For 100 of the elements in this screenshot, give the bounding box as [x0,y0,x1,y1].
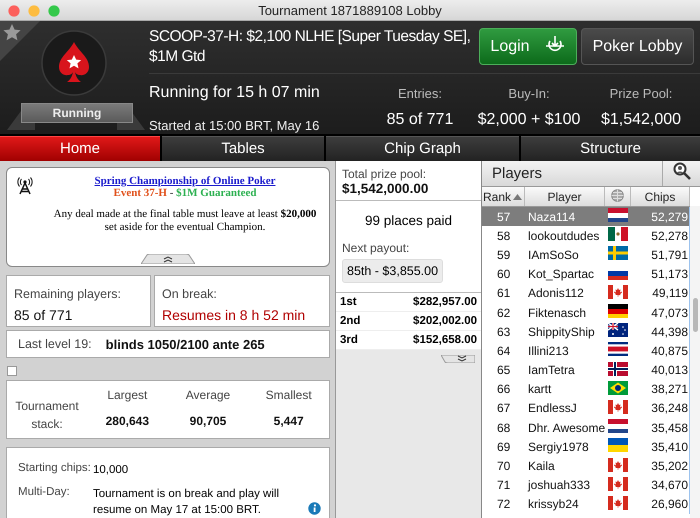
place-label: 3rd [340,333,358,348]
globe-icon [611,188,624,204]
table-row[interactable]: 69 Sergiy1978 35,410 [482,437,689,456]
scrollbar[interactable] [690,206,700,518]
table-cell-text: 36,248 [650,401,689,416]
break-value: Resumes in 8 h 52 min [162,307,306,323]
flag-icon [608,458,628,475]
column-header[interactable]: Player [525,187,605,206]
window-title: Tournament 1871889108 Lobby [258,3,442,18]
panel-title: Players [491,164,544,184]
table-cell-text: Sergiy1978 [527,440,590,454]
table-cell-text: IAmSoSo [527,248,580,262]
tab[interactable]: Structure [521,136,700,161]
table-row[interactable]: 58 lookoutdudes 52,278 [482,226,689,246]
table-cell-text: 49,119 [651,286,689,300]
table-row[interactable]: 65 IamTetra 40,013 [482,360,689,380]
announcement-link[interactable]: Spring Championship of Online Poker [94,175,276,187]
table-cell-text: Naza114 [527,210,576,224]
table-cell-text: 66 [496,382,512,396]
prize-pool-label: Total prize pool: [342,167,428,181]
table-cell-text: 64 [496,344,512,358]
table-row[interactable]: 66 kartt 38,271 [482,380,689,399]
table-row[interactable]: 70 Kaila 35,202 [482,456,689,476]
table-cell-text: 38,271 [650,382,689,396]
payout-amount: $282,957.00 [413,295,477,310]
stack-label: Tournament stack: [14,398,80,432]
table-cell-text: 59 [496,248,512,262]
table-cell-text: lookoutdudes [527,228,600,243]
status-label: Running [21,103,133,123]
table-cell-text: 52,278 [650,228,689,243]
table-cell-text: IamTetra [527,363,576,378]
table-cell-text: 61 [496,286,512,300]
table-row[interactable]: 57 Naza114 52,279 [482,207,689,226]
announcement-text: Any deal made at the final table must leave at least $20,000 set aside for the eventual Champion. [52,208,318,234]
tab[interactable]: Home [0,136,160,161]
flag-icon [608,362,628,379]
guarantee-label: $1M Guaranteed [176,187,256,199]
places-paid: 99 places paid [364,213,454,228]
table-row[interactable]: 67 EndlessJ 36,248 [482,398,689,418]
table-cell-text: Kaila [527,459,556,474]
collapse-handle[interactable] [141,254,195,267]
tab[interactable]: Chip Graph [326,136,519,161]
column-header[interactable]: Rank [482,187,525,206]
column-header: Largest [106,387,148,402]
table-cell-text: kartt [527,382,552,396]
login-button[interactable]: Login [479,28,577,65]
payout-amount: $202,002.00 [413,314,477,329]
table-row[interactable]: 64 Illini213 40,875 [482,341,689,360]
flag-icon [608,284,628,302]
table-row[interactable]: 72 krissyb24 26,960 [482,494,689,514]
remaining-label: Remaining players: [14,287,122,301]
next-payout-value: 85th - $3,855.00 [342,259,444,283]
table-cell-text: 58 [496,228,512,243]
table-cell-text: 26,960 [650,497,689,512]
table-row[interactable]: 61 Adonis112 49,119 [482,284,689,303]
table-cell-text: 40,013 [650,363,689,378]
table-cell-text: 65 [496,363,512,378]
place-label: 2nd [340,314,360,329]
table-cell-text: 69 [496,440,512,454]
flag-icon [608,400,628,417]
table-cell-text: 62 [496,306,512,320]
lobby-button[interactable]: Poker Lobby [581,28,694,65]
table-cell-text: 51,791 [650,248,689,262]
zoom-button[interactable] [48,4,60,16]
table-cell-text: 34,670 [650,478,689,492]
flag-icon [608,380,628,398]
stack-value: 90,705 [188,414,228,428]
stat-label: Buy-In: [507,86,551,101]
table-row[interactable]: 62 Fiktenasch 47,073 [482,302,689,322]
star-icon[interactable] [0,21,40,61]
event-label: Event 37-H [113,187,167,199]
table-cell-text: 71 [496,478,512,492]
stat-value: $2,000 + $100 [476,111,582,129]
table-cell-text: 44,398 [650,324,689,339]
table-cell-text: 35,410 [650,440,689,454]
close-button[interactable] [8,4,20,16]
table-cell-text: 60 [496,267,512,282]
table-cell-text: joshuah333 [526,478,592,492]
table-cell-text: Illini213 [527,344,570,358]
stat-label: Entries: [396,86,444,101]
column-header[interactable]: Chips [631,187,690,206]
table-cell-text: 72 [496,497,512,512]
level-label: Last level 19: [18,337,92,351]
level-value: blinds 1050/2100 ante 265 [106,336,265,352]
table-row[interactable]: 71 joshuah333 34,670 [482,476,689,495]
column-header: Smallest [264,387,313,402]
table-cell-text: 57 [496,210,512,224]
table-row[interactable]: 59 IAmSoSo 51,791 [482,245,689,265]
table-cell-text: Kot_Spartac [527,267,596,282]
flag-icon [608,476,628,494]
stack-value: 280,643 [104,414,150,428]
checkbox[interactable] [7,363,17,373]
table-cell-text: 70 [496,459,512,474]
tab[interactable]: Tables [162,136,324,161]
remaining-value: 85 of 771 [14,307,74,323]
table-row[interactable]: 68 Dhr. Awesome 35,458 [482,418,689,438]
table-row[interactable]: 63 ShippityShip 44,398 [482,322,689,342]
table-cell-text: 67 [496,401,512,416]
table-row[interactable]: 60 Kot_Spartac 51,173 [482,264,689,284]
separator-text: - [170,187,174,199]
